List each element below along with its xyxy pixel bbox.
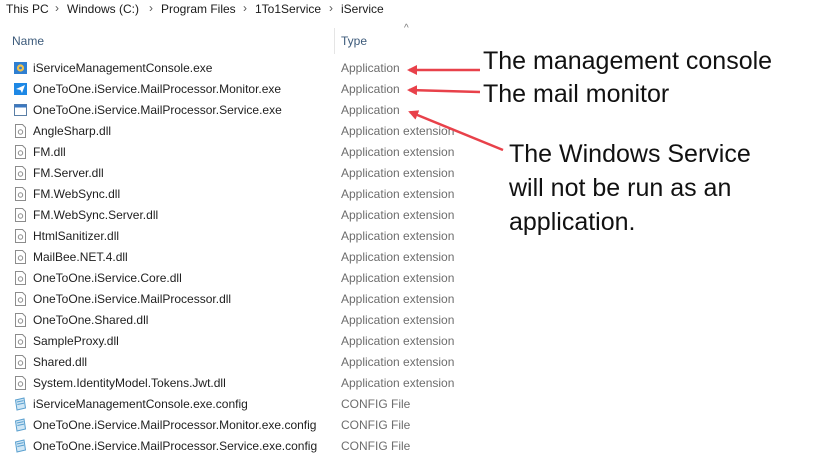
annotation-arrows xyxy=(407,65,504,152)
arrow-to-monitor xyxy=(407,85,481,96)
arrow-to-service xyxy=(408,110,504,152)
